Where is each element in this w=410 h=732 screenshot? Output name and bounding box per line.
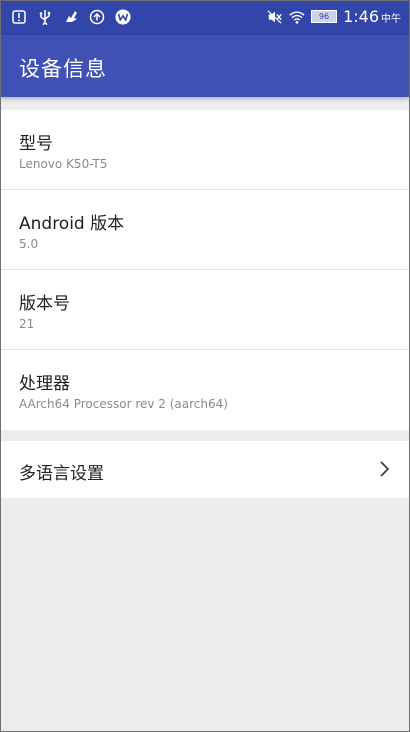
status-left-icons — [11, 9, 131, 25]
language-settings-item[interactable]: 多语言设置 — [1, 441, 409, 498]
info-row-value: AArch64 Processor rev 2 (aarch64) — [19, 397, 228, 411]
info-row-title: 处理器 — [19, 374, 70, 394]
language-settings-label: 多语言设置 — [19, 464, 104, 484]
info-row-title: 型号 — [19, 134, 53, 154]
app-bar: 设备信息 — [1, 35, 409, 97]
info-row-value: Lenovo K50-T5 — [19, 157, 108, 171]
info-row-title: Android 版本 — [19, 214, 125, 234]
wifi-icon — [289, 9, 305, 25]
info-row-title: 版本号 — [19, 294, 70, 314]
usb-icon — [37, 9, 53, 25]
info-row-build-number[interactable]: 版本号 21 — [1, 270, 409, 350]
info-row-model[interactable]: 型号 Lenovo K50-T5 — [1, 110, 409, 190]
info-row-value: 21 — [19, 317, 35, 331]
battery-icon: 96 — [311, 10, 338, 23]
notification-icon — [63, 9, 79, 25]
info-row-processor[interactable]: 处理器 AArch64 Processor rev 2 (aarch64) — [1, 350, 409, 430]
status-right-icons: 96 1:46 中午 — [267, 7, 401, 26]
status-bar: 96 1:46 中午 — [1, 1, 409, 35]
info-icon — [11, 9, 27, 25]
status-time: 1:46 中午 — [343, 7, 401, 26]
chevron-right-icon — [379, 459, 391, 479]
device-info-list: 型号 Lenovo K50-T5 Android 版本 5.0 版本号 21 处… — [1, 110, 409, 430]
w-app-icon — [115, 9, 131, 25]
upload-icon — [89, 9, 105, 25]
info-row-value: 5.0 — [19, 237, 39, 251]
phone-screen: 96 1:46 中午 设备信息 型号 Lenovo K50-T5 Android … — [0, 0, 410, 732]
page-title: 设备信息 — [19, 57, 107, 81]
mute-icon — [267, 9, 283, 25]
info-row-android-version[interactable]: Android 版本 5.0 — [1, 190, 409, 270]
